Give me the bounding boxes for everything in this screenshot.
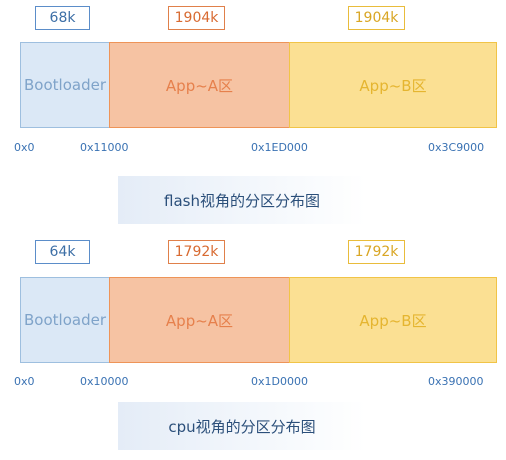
cpu-bootloader-size-label: 64k (35, 240, 90, 264)
flash-app-a-segment: App~A区 (109, 42, 290, 128)
cpu-address-1: 0x10000 (80, 375, 129, 388)
cpu-partition-bar: Bootloader App~A区 App~B区 (20, 277, 497, 363)
flash-address-1: 0x11000 (80, 141, 129, 154)
flash-bootloader-segment: Bootloader (20, 42, 110, 128)
flash-app-b-size-label: 1904k (348, 6, 405, 30)
cpu-caption: cpu视角的分区分布图 (118, 402, 366, 450)
cpu-app-b-size-label: 1792k (348, 240, 405, 264)
flash-app-b-segment: App~B区 (289, 42, 497, 128)
cpu-address-0: 0x0 (14, 375, 35, 388)
cpu-bootloader-segment: Bootloader (20, 277, 110, 363)
flash-bootloader-size-label: 68k (35, 6, 90, 30)
flash-address-2: 0x1ED000 (251, 141, 308, 154)
flash-app-a-size-label: 1904k (168, 6, 225, 30)
flash-caption: flash视角的分区分布图 (118, 176, 366, 224)
flash-partition-bar: Bootloader App~A区 App~B区 (20, 42, 497, 128)
flash-address-3: 0x3C9000 (428, 141, 485, 154)
cpu-address-3: 0x390000 (428, 375, 484, 388)
cpu-app-a-segment: App~A区 (109, 277, 290, 363)
cpu-app-b-segment: App~B区 (289, 277, 497, 363)
flash-address-0: 0x0 (14, 141, 35, 154)
cpu-address-2: 0x1D0000 (251, 375, 308, 388)
cpu-app-a-size-label: 1792k (168, 240, 225, 264)
